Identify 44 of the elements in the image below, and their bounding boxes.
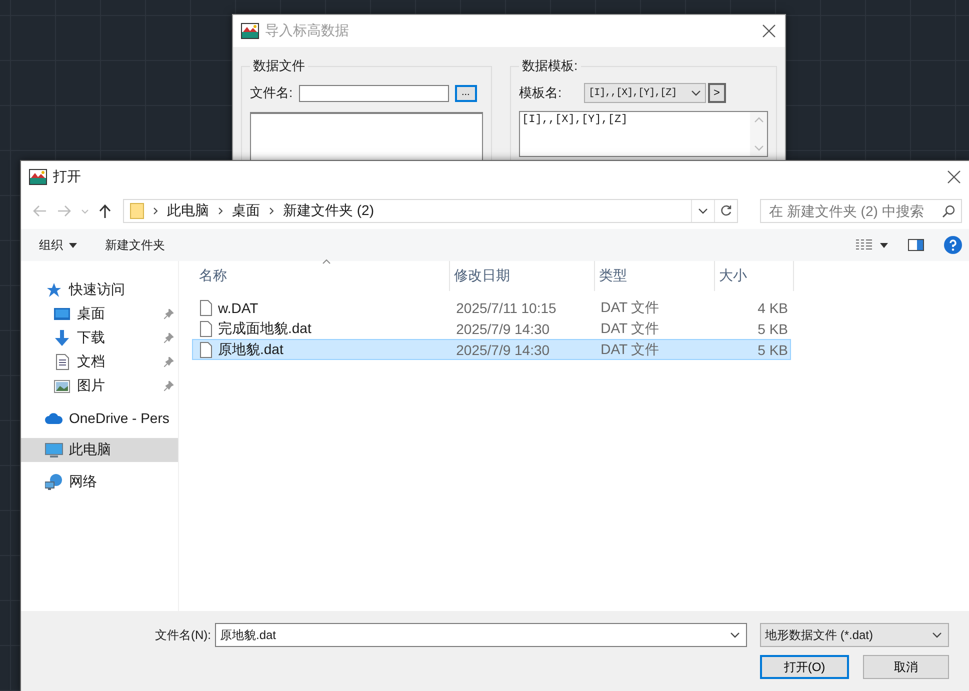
next-button[interactable]: > (708, 83, 726, 103)
breadcrumb[interactable]: 新建文件夹 (2) (283, 202, 374, 220)
file-type: DAT 文件 (600, 298, 660, 316)
search-field[interactable]: 在 新建文件夹 (2) 中搜索 (760, 199, 962, 223)
file-size: 5 KB (756, 342, 789, 358)
file-name: 原地貌.dat (218, 340, 284, 358)
nav-item[interactable]: 快速访问 (21, 278, 178, 302)
file-size: 5 KB (756, 320, 789, 336)
nav-item[interactable]: 此电脑 (21, 438, 178, 462)
file-type: DAT 文件 (600, 340, 660, 358)
template-select[interactable]: [I],,[X],[Y],[Z] (584, 83, 706, 103)
filename-label: 文件名(N): (155, 626, 211, 644)
filename-field[interactable]: 原地貌.dat (215, 623, 747, 647)
window-title: 导入标高数据 (265, 22, 350, 40)
file-type: DAT 文件 (600, 320, 660, 338)
file-row[interactable]: 原地貌.dat 2025/7/9 14:30 DAT 文件 5 KB (192, 339, 791, 360)
file-name: w.DAT (218, 300, 258, 316)
organize-button[interactable]: 组织 (39, 234, 77, 256)
nav-item[interactable]: OneDrive - Pers (21, 406, 178, 430)
file-type-select[interactable]: 地形数据文件 (*.dat) (760, 623, 949, 647)
modified-date: 2025/7/9 14:30 (455, 320, 551, 336)
file-row[interactable]: w.DAT 2025/7/11 10:15 DAT 文件 4 KB (192, 297, 791, 318)
cancel-button[interactable]: 取消 (863, 655, 949, 679)
file-row[interactable]: 完成面地貌.dat 2025/7/9 14:30 DAT 文件 5 KB (192, 318, 791, 339)
nav-item[interactable]: 网络 (21, 470, 178, 494)
window-title: 打开 (53, 168, 82, 186)
browse-button[interactable]: ... (454, 84, 477, 102)
new-folder-button[interactable]: 新建文件夹 (105, 234, 165, 256)
file-name: 完成面地貌.dat (218, 320, 312, 338)
address-bar[interactable]: 此电脑 桌面 新建文件夹 (2) (123, 199, 738, 223)
group-title: 数据模板: (521, 57, 579, 75)
group-title: 数据文件 (252, 57, 306, 75)
filename-label: 文件名: (250, 84, 293, 102)
breadcrumb[interactable]: 此电脑 (167, 202, 209, 220)
nav-item[interactable]: 桌面 (21, 302, 178, 326)
nav-item[interactable]: 文档 (21, 350, 178, 374)
nav-item[interactable]: 图片 (21, 374, 178, 398)
file-size: 4 KB (756, 300, 789, 316)
breadcrumb[interactable]: 桌面 (232, 202, 260, 220)
modified-date: 2025/7/9 14:30 (455, 342, 551, 358)
nav-item[interactable]: 下载 (21, 326, 178, 350)
template-label: 模板名: (519, 84, 562, 102)
modified-date: 2025/7/11 10:15 (455, 300, 558, 316)
open-button[interactable]: 打开(O) (760, 655, 849, 679)
